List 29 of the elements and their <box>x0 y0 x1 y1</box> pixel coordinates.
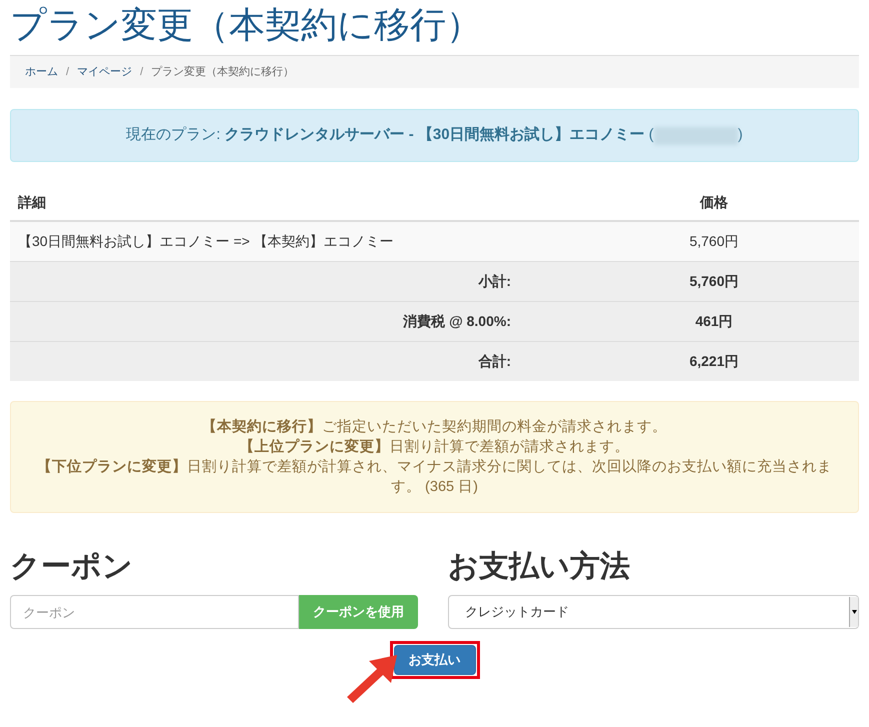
breadcrumb-separator: / <box>66 64 70 80</box>
payment-heading: お支払い方法 <box>448 549 630 585</box>
total-label: 小計: <box>478 272 511 288</box>
payment-select[interactable]: クレジットカード <box>448 595 859 629</box>
coupon-field[interactable]: クーポン <box>10 595 299 629</box>
arrow-icon <box>347 655 397 703</box>
payment-value: クレジットカード <box>465 603 569 622</box>
total-label: 合計: <box>478 352 511 369</box>
total-value: 6,221円 <box>689 352 739 369</box>
table-cell: 【30日間無料お試し】エコノミー => 【本契約】エコノミー <box>18 232 394 249</box>
breadcrumb-current: プラン変更（本契約に移行） <box>151 64 294 80</box>
breadcrumb-separator: / <box>140 64 144 80</box>
column-header: 価格 <box>700 194 728 210</box>
current-plan-text: ) <box>738 125 743 146</box>
pay-button[interactable]: お支払い <box>394 645 476 675</box>
breadcrumb-link[interactable]: ホーム <box>25 64 58 80</box>
table-cell: 5,760円 <box>689 232 739 249</box>
dropdown-icon <box>849 597 858 627</box>
coupon-heading: クーポン <box>10 549 133 585</box>
notice-text: 【下位プランに変更】日割り計算で差額が計算され、マイナス請求分に関しては、次回以降のお支払い額に充当されます。 (365 日) <box>36 457 833 497</box>
total-value: 5,760円 <box>689 272 739 288</box>
current-plan-text: 現在のプラン: クラウドレンタルサーバー - 【30日間無料お試し】エコノミー ( <box>126 125 654 146</box>
notice-text: 【本契約に移行】ご指定いただいた契約期間の料金が請求されます。 <box>201 418 668 437</box>
total-value: 461円 <box>695 312 733 328</box>
breadcrumb-link[interactable]: マイページ <box>77 64 132 80</box>
notice-text: 【上位プランに変更】日割り計算で差額が請求されます。 <box>238 437 630 457</box>
total-label: 消費税 @ 8.00%: <box>403 312 511 328</box>
column-header: 詳細 <box>18 194 46 210</box>
page-title: プラン変更（本契約に移行） <box>10 3 482 47</box>
